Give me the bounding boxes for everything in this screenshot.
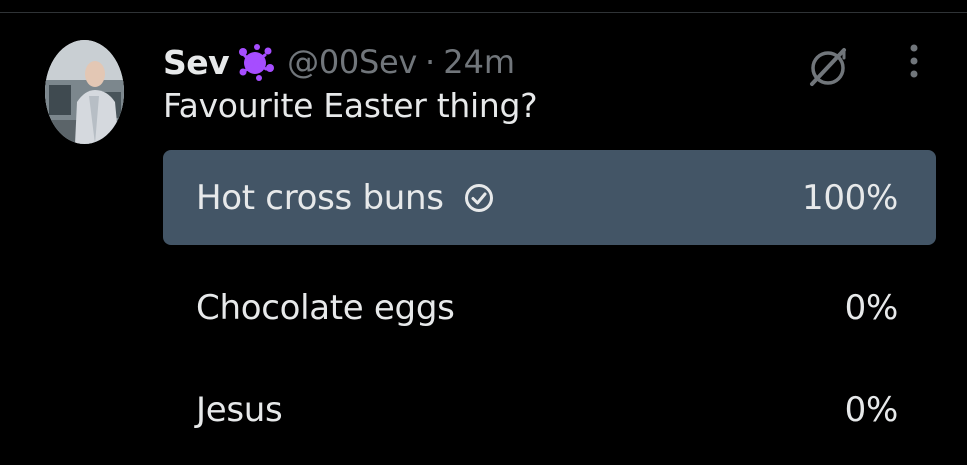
header-separator: ·	[425, 43, 436, 81]
tweet-header: Sev @00Sev · 24m	[163, 38, 515, 86]
avatar-photo	[45, 40, 124, 144]
more-icon[interactable]	[896, 40, 932, 84]
poll-option-label-wrap: Chocolate eggs	[196, 260, 455, 355]
tweet-text: Favourite Easter thing?	[163, 86, 538, 125]
poll: Hot cross buns 100% Chocolate eggs 0% Je…	[163, 150, 936, 465]
check-circle-icon	[462, 181, 496, 215]
poll-option-label: Jesus	[196, 389, 283, 430]
poll-option-label-wrap: Jesus	[196, 362, 283, 457]
purple-splat-emoji-icon	[235, 42, 275, 82]
poll-option-chocolate-eggs[interactable]: Chocolate eggs 0%	[163, 260, 936, 355]
top-divider	[0, 12, 967, 13]
poll-option-percent: 0%	[844, 287, 899, 328]
author-handle[interactable]: @00Sev	[287, 43, 417, 81]
grok-icon[interactable]	[800, 38, 856, 94]
poll-option-hot-cross-buns[interactable]: Hot cross buns 100%	[163, 150, 936, 245]
avatar[interactable]	[45, 40, 124, 144]
poll-option-label: Chocolate eggs	[196, 287, 455, 328]
poll-option-percent: 0%	[844, 389, 899, 430]
poll-option-label-wrap: Hot cross buns	[196, 150, 496, 245]
poll-option-label: Hot cross buns	[196, 177, 444, 218]
poll-option-percent: 100%	[801, 177, 898, 218]
poll-option-jesus[interactable]: Jesus 0%	[163, 362, 936, 457]
tweet-timestamp[interactable]: 24m	[443, 43, 515, 81]
author-name[interactable]: Sev	[163, 43, 230, 82]
